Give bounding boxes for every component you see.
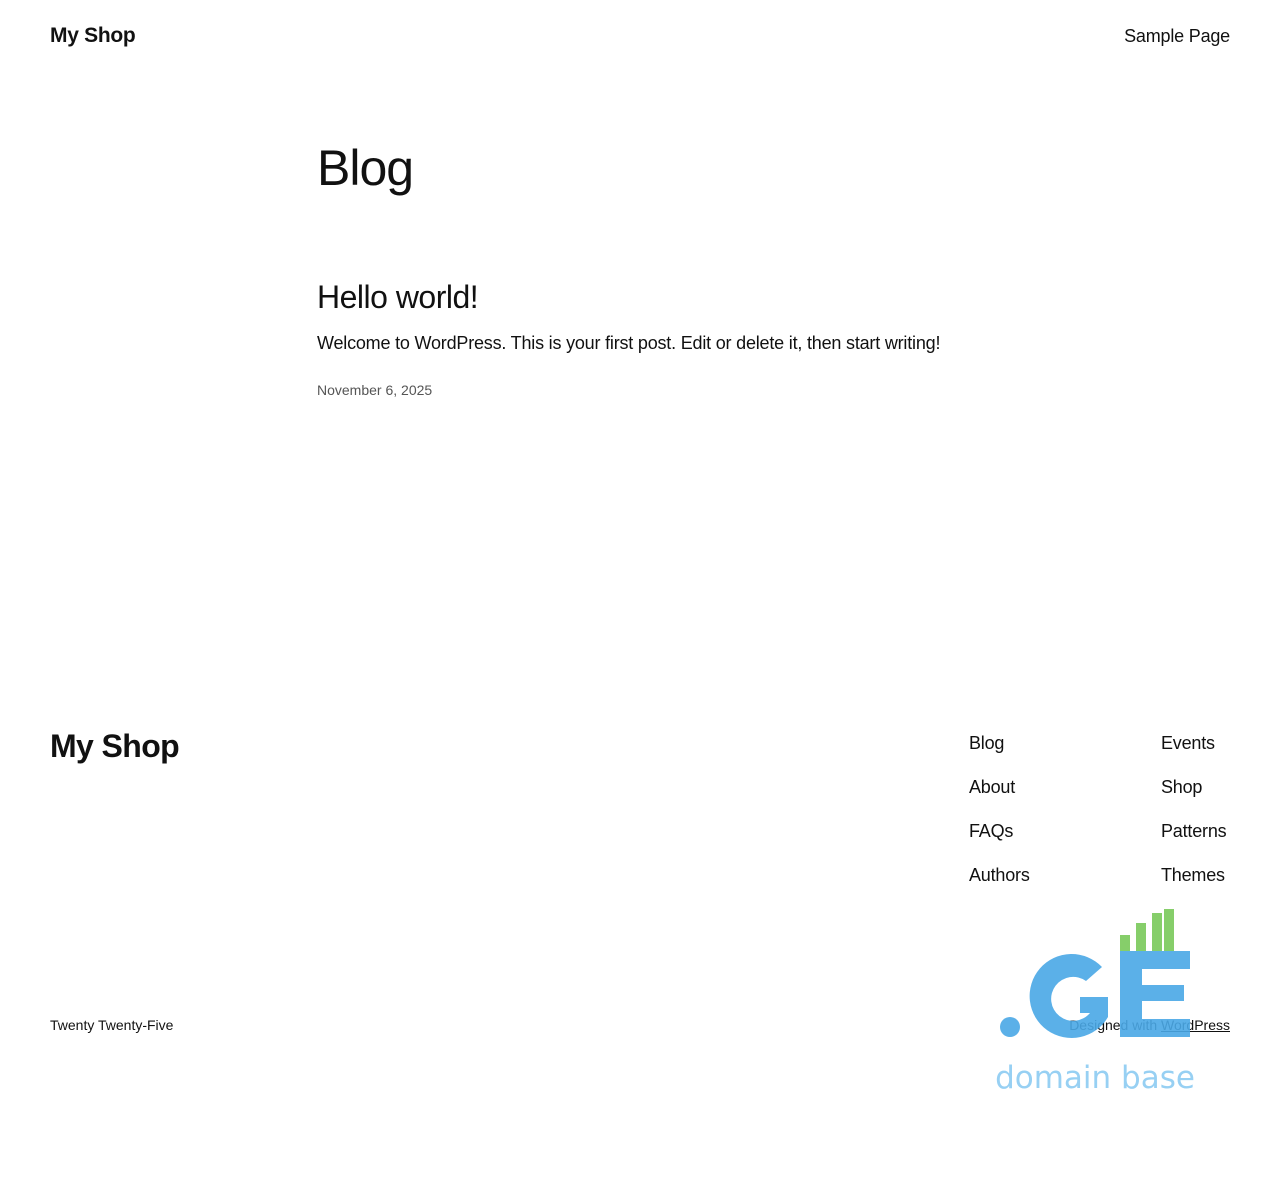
page: My Shop Sample Page Blog Hello world! We… (0, 0, 1280, 1200)
post-excerpt: Welcome to WordPress. This is your first… (317, 333, 941, 353)
main-content: Blog Hello world! Welcome to WordPress. … (317, 140, 1017, 398)
footer-link-shop[interactable]: Shop (1161, 776, 1226, 820)
footer-link-events[interactable]: Events (1161, 732, 1226, 776)
logo-letter-e (1120, 951, 1190, 1037)
site-header: My Shop Sample Page (50, 18, 1230, 54)
footer-site-title-link[interactable]: My Shop (50, 728, 180, 765)
footer-link-themes[interactable]: Themes (1161, 864, 1226, 908)
footer-link-authors[interactable]: Authors (969, 864, 1030, 908)
logo-tagline: domain base (995, 1060, 1195, 1096)
footer-link-blog[interactable]: Blog (969, 732, 1030, 776)
post-title-link[interactable]: Hello world! (317, 279, 479, 315)
footer-nav-column-1: Blog About FAQs Authors (969, 732, 1030, 908)
post-item: Hello world! Welcome to WordPress. This … (317, 278, 1017, 398)
nav-link-sample-page[interactable]: Sample Page (1124, 26, 1230, 46)
post-date: November 6, 2025 (317, 382, 433, 398)
site-title-link[interactable]: My Shop (50, 24, 136, 48)
footer-nav-column-2: Events Shop Patterns Themes (1161, 732, 1227, 908)
logo-bar-4 (1164, 909, 1174, 953)
logo-dot (1000, 1017, 1020, 1037)
footer-link-about[interactable]: About (969, 776, 1030, 820)
footer-link-patterns[interactable]: Patterns (1161, 820, 1227, 864)
logo-bar-3 (1152, 913, 1162, 955)
header-nav: Sample Page (1124, 26, 1230, 47)
theme-credit: Twenty Twenty-Five (50, 1017, 174, 1033)
footer-link-faqs[interactable]: FAQs (969, 820, 1030, 864)
post-title: Hello world! (317, 278, 1017, 316)
domain-base-logo-watermark: domain base (995, 909, 1195, 1096)
logo-letter-g (1029, 954, 1108, 1039)
page-title: Blog (317, 140, 414, 196)
